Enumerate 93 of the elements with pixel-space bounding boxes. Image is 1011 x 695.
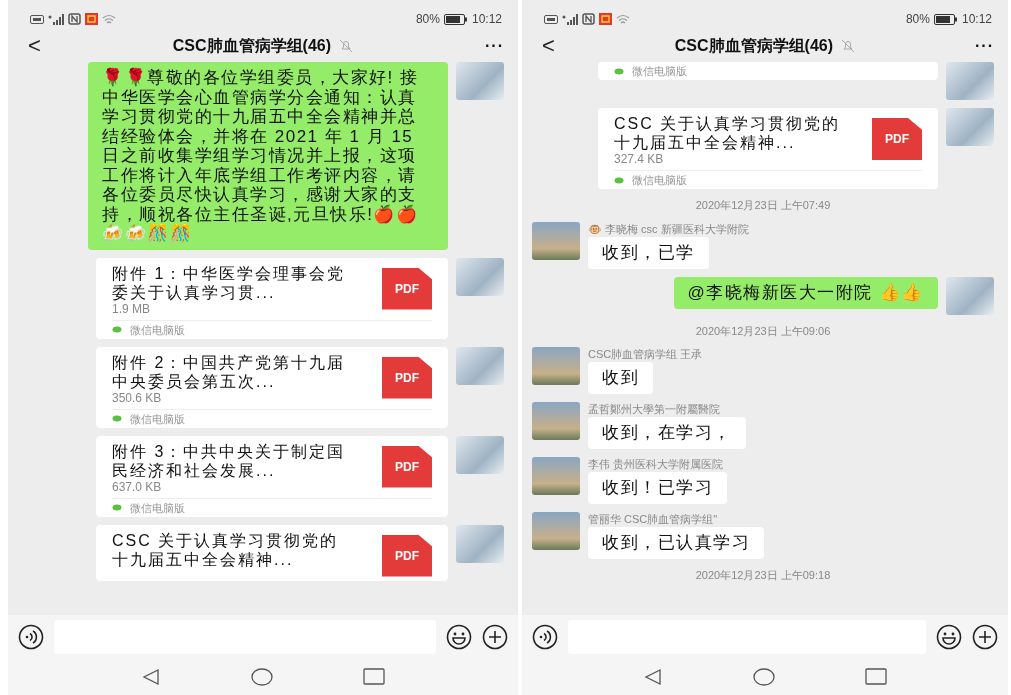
- file-card[interactable]: 附件 1：中华医学会理事会党委关于认真学习贯... 1.9 MB PDF 微信电脑版: [96, 257, 448, 339]
- avatar-photo[interactable]: [532, 457, 580, 495]
- file-title: CSC 关于认真学习贯彻党的十九届五中全会精神...: [614, 114, 842, 152]
- leaf-icon: [112, 415, 122, 422]
- leaf-icon: [614, 176, 624, 184]
- file-title: 附件 3：中共中央关于制定国民经济和社会发展...: [112, 441, 347, 480]
- battery-percent: 80%: [415, 11, 440, 28]
- back-button[interactable]: <: [28, 35, 41, 57]
- pdf-file-icon: PDF: [382, 356, 432, 399]
- plus-icon[interactable]: [482, 624, 508, 650]
- source-label: 微信电脑版: [632, 64, 687, 78]
- message-bubble: 🌹🌹尊敬的各位学组委员，大家好! 接中华医学会心血管病学分会通知：认真学习贯彻党的十九届五中全会精神并总结经验体会，并将在 2021 年 1 月 15 日之前收集学组学习情况并上报，这项工作将计入年底学组工作考评内容，请各位委员尽快认真学习，感谢大家的支持，顺祝各位主任圣诞,元旦快乐!🍎🍎🍻🍻🎊🎊: [88, 62, 448, 250]
- sender-name: 李伟 贵州医科大学附属医院: [588, 457, 724, 471]
- avatar-photo[interactable]: [532, 221, 580, 260]
- app-notification-icon: [85, 13, 98, 25]
- chat-title: CSC肺血管病学组(46): [674, 36, 834, 56]
- clock-time: 10:12: [471, 11, 502, 28]
- file-size: 350.6 KB: [112, 390, 163, 405]
- file-card[interactable]: 附件 2：中国共产党第十九届中央委员会第五次... 350.6 KB PDF 微信电脑版: [96, 346, 448, 428]
- avatar-photo[interactable]: [532, 347, 580, 385]
- pdf-file-icon: PDF: [382, 445, 432, 488]
- hd-indicator-icon: [544, 14, 558, 24]
- leaf-icon: [614, 67, 624, 75]
- message-bubble: @李晓梅新医大一附院 👍👍: [673, 276, 938, 309]
- source-label: 微信电脑版: [130, 322, 185, 337]
- timestamp: 2020年12月23日 上午09:06: [695, 323, 831, 339]
- sender-name: 孟哲鄭州大學第一附屬醫院: [588, 402, 720, 416]
- file-title: 附件 2：中国共产党第十九届中央委员会第五次...: [112, 352, 347, 391]
- wifi-icon: [102, 13, 116, 25]
- leaf-icon: [112, 326, 122, 333]
- chat-title: CSC肺血管病学组(46): [172, 36, 332, 56]
- emoji-icon[interactable]: [446, 624, 472, 650]
- source-label: 微信电脑版: [130, 411, 185, 426]
- avatar-photo[interactable]: [946, 108, 994, 146]
- voice-icon[interactable]: [18, 624, 44, 650]
- voice-icon[interactable]: [532, 624, 558, 650]
- file-title: 附件 1：中华医学会理事会党委关于认真学习贯...: [112, 263, 347, 302]
- back-triangle-icon[interactable]: [141, 667, 161, 687]
- pdf-file-icon: PDF: [382, 534, 432, 577]
- avatar-photo[interactable]: [456, 435, 504, 474]
- message-bubble: 收到，已学: [588, 236, 709, 269]
- file-size: 637.0 KB: [112, 479, 163, 494]
- avatar-photo[interactable]: [456, 62, 504, 100]
- plus-icon[interactable]: [972, 624, 998, 650]
- file-title: CSC 关于认真学习贯彻党的十九届五中全会精神...: [112, 530, 340, 569]
- battery-percent: 80%: [905, 11, 930, 28]
- file-card[interactable]: CSC 关于认真学习贯彻党的十九届五中全会精神... PDF: [96, 524, 448, 581]
- pdf-file-icon: PDF: [872, 118, 922, 160]
- mute-bell-icon: [339, 39, 354, 53]
- avatar-photo[interactable]: [532, 402, 580, 440]
- battery-icon: [933, 13, 958, 25]
- avatar-photo[interactable]: [456, 346, 504, 385]
- avatar-photo[interactable]: [532, 512, 580, 550]
- source-label: 微信电脑版: [130, 500, 185, 515]
- message-bubble: 收到: [588, 362, 653, 394]
- message-bubble: 收到，已认真学习: [588, 527, 764, 559]
- nfc-icon: [68, 13, 81, 25]
- avatar-photo[interactable]: [456, 524, 504, 563]
- file-card[interactable]: 附件 3：中共中央关于制定国民经济和社会发展... 637.0 KB PDF 微信电脑版: [96, 435, 448, 517]
- more-button[interactable]: ···: [485, 34, 504, 58]
- file-size: 327.4 KB: [614, 152, 665, 166]
- clock-time: 10:12: [961, 11, 992, 28]
- home-circle-icon[interactable]: [753, 667, 775, 687]
- app-notification-icon: [599, 13, 612, 25]
- file-size: 1.9 MB: [112, 301, 151, 316]
- leaf-icon: [112, 504, 122, 511]
- more-button[interactable]: ···: [975, 34, 994, 58]
- message-bubble: 收到，在学习，: [588, 417, 746, 449]
- home-circle-icon[interactable]: [251, 667, 273, 687]
- battery-icon: [443, 13, 468, 25]
- signal-icon: [562, 13, 578, 25]
- recents-square-icon[interactable]: [363, 668, 385, 686]
- timestamp: 2020年12月23日 上午07:49: [695, 198, 831, 213]
- avatar-photo[interactable]: [946, 276, 994, 315]
- hd-indicator-icon: [30, 14, 44, 24]
- source-label: 微信电脑版: [632, 173, 687, 187]
- timestamp: 2020年12月23日 上午09:18: [695, 568, 831, 583]
- wifi-icon: [616, 13, 630, 25]
- avatar-photo[interactable]: [456, 257, 504, 296]
- back-button[interactable]: <: [542, 35, 555, 57]
- pdf-file-icon: PDF: [382, 267, 432, 310]
- sender-name: 🐵 李晓梅 csc 新疆医科大学附院: [588, 221, 749, 236]
- nfc-icon: [582, 13, 595, 25]
- message-bubble: 收到！已学习: [588, 472, 727, 504]
- sender-name: CSC肺血管病学组 王承: [588, 347, 703, 361]
- recents-square-icon[interactable]: [865, 668, 887, 686]
- signal-icon: [48, 13, 64, 25]
- emoji-icon[interactable]: [936, 624, 962, 650]
- mute-bell-icon: [841, 39, 856, 53]
- sender-name: 管丽华 CSC肺血管病学组": [588, 512, 718, 526]
- back-triangle-icon[interactable]: [643, 667, 663, 687]
- file-card[interactable]: CSC 关于认真学习贯彻党的十九届五中全会精神... 327.4 KB PDF 微信电脑版: [598, 108, 938, 189]
- avatar-photo[interactable]: [946, 62, 994, 100]
